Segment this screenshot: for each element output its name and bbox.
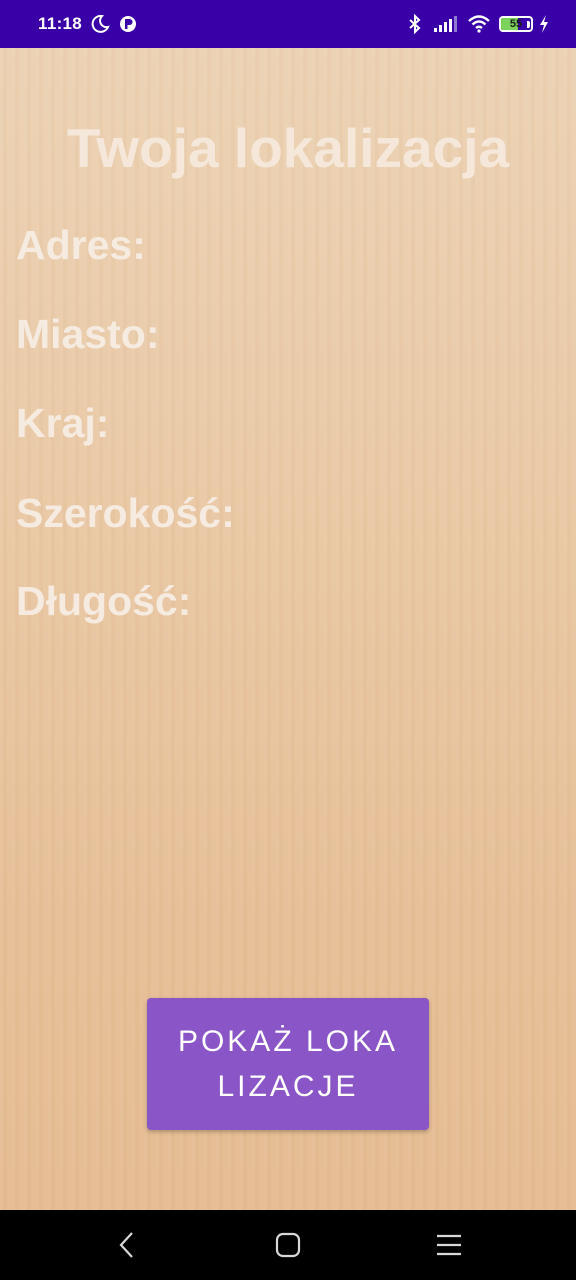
app-content: Twoja lokalizacja Adres: Miasto: Kraj: S… (0, 48, 576, 1210)
wifi-icon (467, 14, 491, 34)
menu-icon[interactable] (432, 1230, 466, 1260)
status-right: 55 (405, 13, 550, 35)
moon-icon (90, 14, 110, 34)
status-bar: 11:18 55 (0, 0, 576, 48)
bluetooth-icon (405, 13, 425, 35)
show-location-button[interactable]: POKAŻ LOKALIZACJE (147, 998, 429, 1130)
battery-level: 55 (509, 18, 523, 30)
address-label: Adres: (16, 222, 146, 268)
home-icon[interactable] (271, 1230, 305, 1260)
battery-icon: 55 (499, 16, 533, 32)
app-notification-icon (118, 14, 138, 34)
battery-body: 55 (499, 16, 533, 32)
status-left: 11:18 (38, 14, 138, 34)
back-icon[interactable] (110, 1230, 144, 1260)
longitude-label: Długość: (16, 578, 192, 624)
navigation-bar (0, 1210, 576, 1280)
page-title: Twoja lokalizacja (66, 117, 510, 179)
status-time: 11:18 (38, 14, 83, 33)
city-label: Miasto: (16, 311, 160, 357)
country-label: Kraj: (16, 400, 110, 446)
latitude-label: Szerokość: (16, 490, 235, 536)
signal-icon (433, 14, 459, 34)
charging-icon (538, 14, 550, 34)
